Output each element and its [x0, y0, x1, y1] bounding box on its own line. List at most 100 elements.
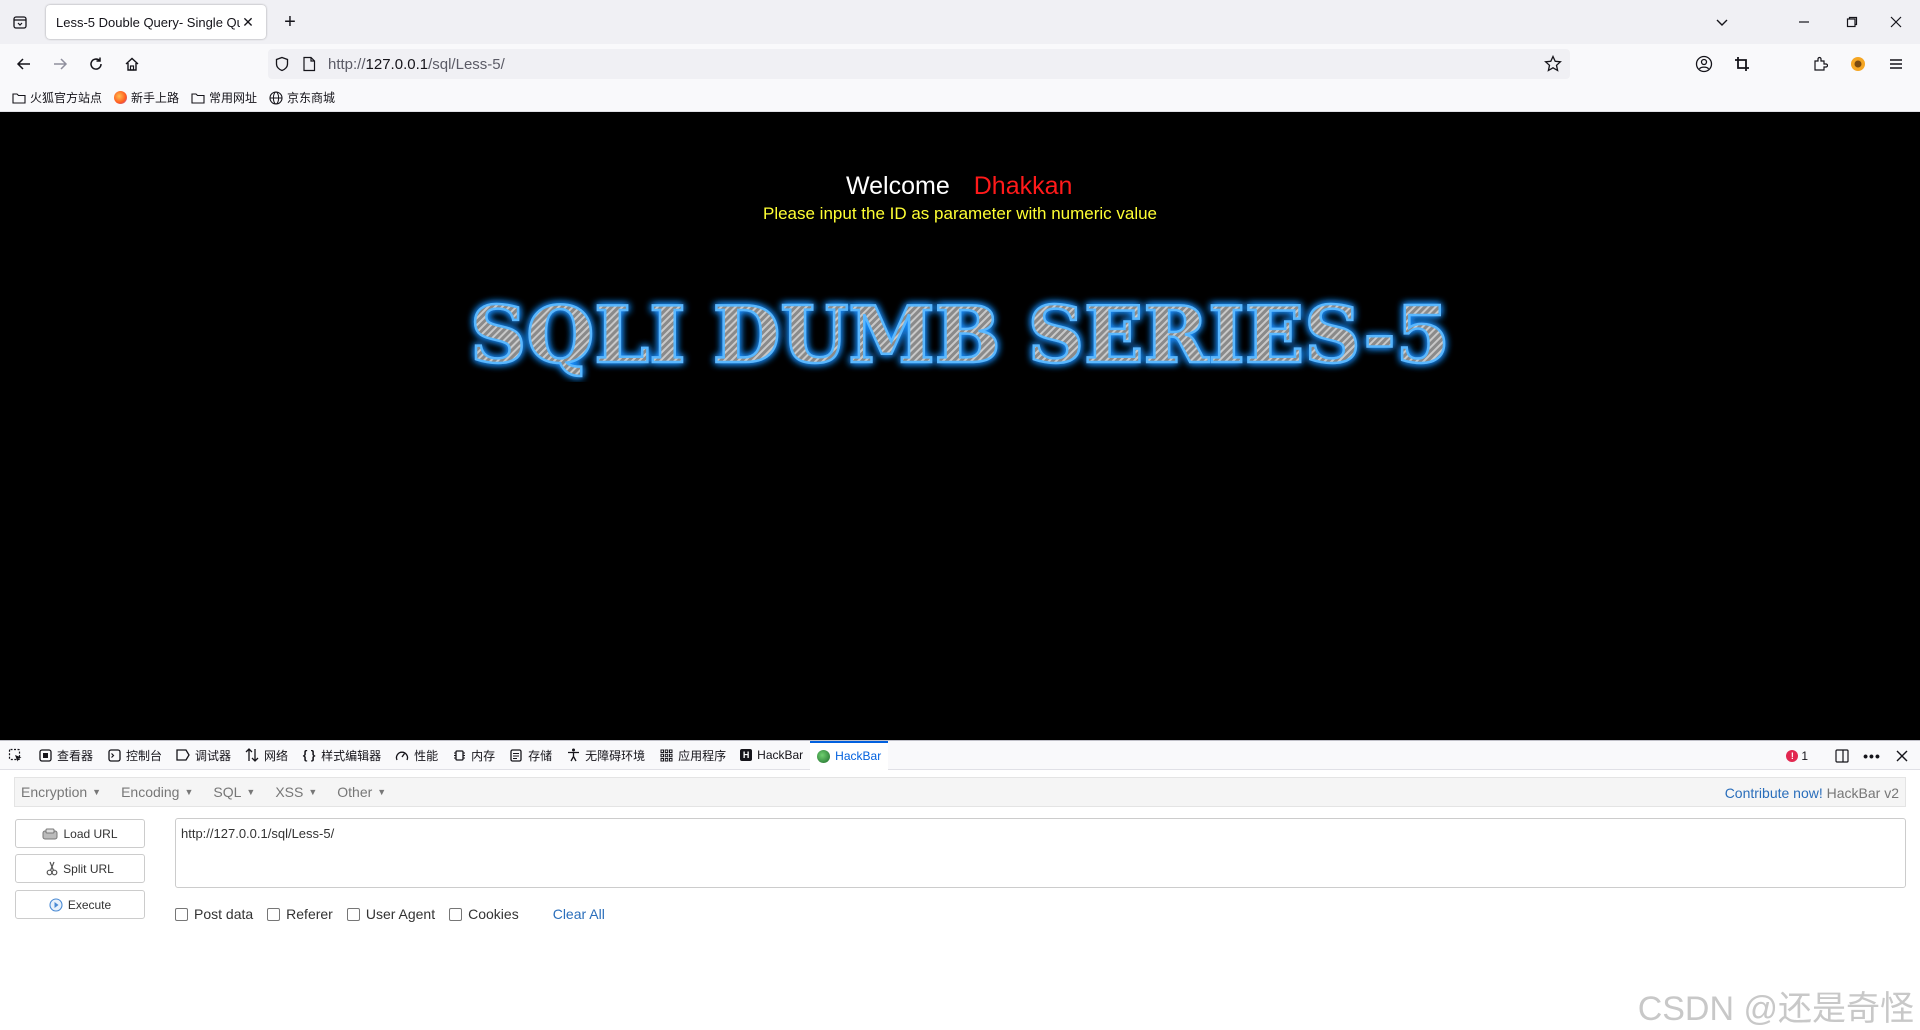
welcome-text: Welcome [846, 172, 950, 200]
storage-icon [509, 748, 523, 762]
bookmark-label: 京东商城 [287, 91, 336, 105]
hackbar-globe-icon [817, 749, 831, 763]
screenshot-icon[interactable] [1730, 52, 1754, 76]
grid-icon [659, 748, 673, 762]
folder-icon [12, 92, 26, 104]
url-bar[interactable]: http://127.0.0.1/sql/Less-5/ [268, 49, 1570, 79]
scissors-icon [46, 861, 58, 876]
tab-label: HackBar [757, 748, 804, 762]
tab-label: 调试器 [195, 748, 232, 763]
close-devtools-icon[interactable] [1890, 744, 1914, 768]
firefox-icon [114, 91, 128, 104]
page-icon[interactable] [302, 56, 316, 75]
debugger-icon [176, 748, 190, 762]
star-icon[interactable] [1544, 54, 1562, 76]
console-icon [107, 748, 121, 762]
url-host: 127.0.0.1 [365, 56, 429, 73]
button-label: Load URL [63, 826, 118, 841]
tab-network[interactable]: 网络 [238, 741, 295, 770]
forward-icon[interactable] [48, 52, 72, 76]
restore-icon[interactable] [1840, 10, 1864, 34]
minimize-icon[interactable] [1792, 10, 1816, 34]
referer-checkbox[interactable] [267, 907, 281, 921]
option-label: Cookies [468, 906, 519, 922]
hackbar-options: Post data Referer User Agent Cookies Cle… [175, 905, 605, 923]
user-agent-option[interactable]: User Agent [346, 906, 435, 922]
tab-application[interactable]: 应用程序 [652, 741, 733, 770]
folder-icon [191, 92, 205, 104]
bookmark-getting-started[interactable]: 新手上路 [114, 89, 179, 106]
split-url-button[interactable]: Split URL [15, 854, 145, 883]
contribute-link[interactable]: Contribute now! [1725, 785, 1823, 801]
back-icon[interactable] [12, 52, 36, 76]
element-picker-icon[interactable] [0, 741, 31, 770]
nav-bar: http://127.0.0.1/sql/Less-5/ [0, 44, 1920, 84]
home-icon[interactable] [120, 52, 144, 76]
more-options-icon[interactable]: ••• [1860, 744, 1884, 768]
bookmark-common-sites[interactable]: 常用网址 [191, 89, 257, 106]
menu-icon[interactable] [1884, 52, 1908, 76]
post-data-checkbox[interactable] [175, 907, 188, 921]
tab-style-editor[interactable]: { } 样式编辑器 [295, 741, 388, 770]
menu-encoding[interactable]: Encoding ▼ [121, 784, 193, 800]
extension-addon-icon[interactable] [1846, 52, 1870, 76]
tab-title: Less-5 Double Query- Single Qu [56, 14, 240, 30]
tab-inspector[interactable]: 查看器 [31, 741, 100, 770]
post-data-option[interactable]: Post data [175, 906, 253, 922]
globe-icon [269, 90, 283, 105]
tab-list-icon[interactable] [8, 10, 32, 34]
menu-label: Encryption [21, 784, 88, 800]
new-tab-icon[interactable]: + [278, 10, 302, 34]
account-icon[interactable] [1692, 52, 1716, 76]
error-icon: ! [1786, 749, 1799, 762]
menu-encryption[interactable]: Encryption ▼ [21, 784, 101, 800]
extensions-icon[interactable] [1808, 52, 1832, 76]
button-label: Split URL [63, 861, 114, 876]
inspector-icon [38, 748, 52, 762]
caret-down-icon: ▼ [184, 787, 194, 797]
execute-button[interactable]: Execute [15, 890, 145, 919]
tab-label: 无障碍环境 [585, 748, 646, 763]
referer-option[interactable]: Referer [267, 906, 333, 922]
tab-memory[interactable]: 内存 [445, 741, 502, 770]
menu-other[interactable]: Other ▼ [337, 784, 386, 800]
cookies-checkbox[interactable] [449, 907, 463, 921]
tab-accessibility[interactable]: 无障碍环境 [559, 741, 652, 770]
close-icon[interactable]: ✕ [240, 14, 256, 30]
window-close-icon[interactable] [1884, 10, 1908, 34]
chevron-down-icon[interactable] [1710, 10, 1734, 34]
banner-text: SQLI DUMB SERIES-5 [470, 290, 1450, 381]
menu-xss[interactable]: XSS ▼ [275, 784, 317, 800]
user-agent-checkbox[interactable] [346, 907, 360, 921]
caret-down-icon: ▼ [92, 787, 102, 797]
load-url-button[interactable]: Load URL [15, 819, 145, 848]
tab-hackbar-legacy[interactable]: H HackBar [733, 741, 810, 770]
url-text[interactable]: http://127.0.0.1/sql/Less-5/ [328, 56, 505, 73]
bookmark-label: 新手上路 [131, 91, 180, 105]
menu-sql[interactable]: SQL ▼ [213, 784, 255, 800]
bookmark-label: 常用网址 [209, 91, 258, 105]
tab-label: 控制台 [126, 748, 163, 763]
tab-hackbar[interactable]: HackBar [810, 740, 889, 770]
bookmark-jd[interactable]: 京东商城 [269, 89, 335, 106]
caret-down-icon: ▼ [308, 787, 318, 797]
contribute-area: Contribute now! HackBar v2 [1725, 785, 1899, 801]
reload-icon[interactable] [84, 52, 108, 76]
welcome-heading: Welcome Dhakkan [846, 172, 1072, 201]
tab-storage[interactable]: 存储 [502, 741, 559, 770]
cookies-option[interactable]: Cookies [449, 906, 519, 922]
clear-all-link[interactable]: Clear All [553, 906, 605, 922]
bookmark-firefox-official[interactable]: 火狐官方站点 [12, 89, 102, 106]
tab-performance[interactable]: 性能 [388, 741, 445, 770]
tab-label: 性能 [414, 748, 439, 763]
url-textarea[interactable]: http://127.0.0.1/sql/Less-5/ [175, 818, 1906, 888]
dock-side-icon[interactable] [1830, 744, 1854, 768]
tab-label: 存储 [528, 748, 553, 763]
error-count-badge[interactable]: ! 1 [1786, 749, 1808, 763]
browser-tab[interactable]: Less-5 Double Query- Single Qu ✕ [46, 5, 266, 39]
devtools-panel: 查看器 控制台 调试器 网络 { } 样式编辑器 性能 内存 存储 无障碍环境 应… [0, 740, 1920, 1030]
devtools-controls: ! 1 ••• [1786, 741, 1914, 770]
shield-icon[interactable] [274, 56, 290, 75]
tab-debugger[interactable]: 调试器 [169, 741, 238, 770]
tab-console[interactable]: 控制台 [100, 741, 169, 770]
